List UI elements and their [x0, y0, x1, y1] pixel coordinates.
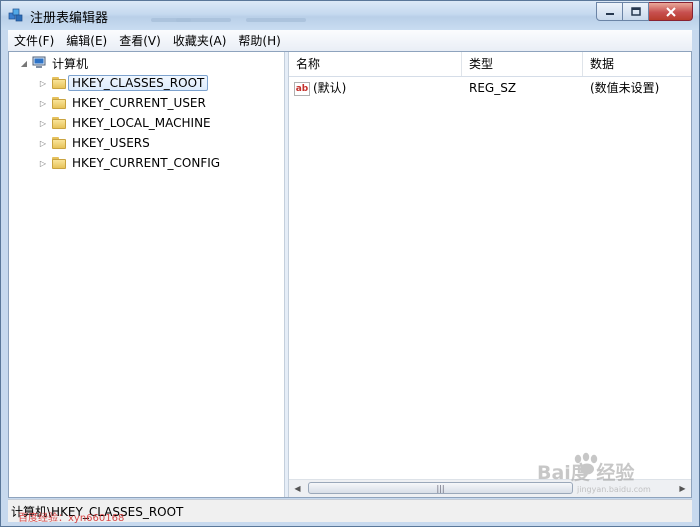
- tree-item-hkey-classes-root[interactable]: ▷ HKEY_CLASSES_ROOT: [38, 73, 209, 93]
- tree-item-computer[interactable]: ◢ 计算机: [19, 53, 88, 73]
- menu-favorites[interactable]: 收藏夹(A): [167, 32, 233, 49]
- folder-icon: [51, 156, 67, 170]
- close-icon: [665, 6, 676, 17]
- watermark-url: jingyan.baidu.com: [576, 485, 651, 494]
- tree-item-hkey-local-machine[interactable]: ▷ HKEY_LOCAL_MACHINE: [38, 113, 211, 133]
- tree-item-label: HKEY_LOCAL_MACHINE: [72, 116, 211, 130]
- value-name-cell: ab (默认): [294, 78, 346, 98]
- tree-item-label: 计算机: [52, 56, 89, 71]
- menu-edit[interactable]: 编辑(E): [60, 32, 113, 49]
- baidu-jingyan-watermark: Bai度 经验 jingyan.baidu.com: [537, 452, 651, 494]
- minimize-icon: [605, 12, 614, 15]
- column-header-name[interactable]: 名称: [289, 52, 462, 76]
- menu-view[interactable]: 查看(V): [113, 32, 167, 49]
- expand-arrow-icon[interactable]: ▷: [38, 138, 48, 148]
- maximize-button[interactable]: [623, 2, 649, 21]
- tree-item-label: HKEY_CURRENT_USER: [72, 96, 206, 110]
- expand-arrow-icon[interactable]: ▷: [38, 118, 48, 128]
- collapse-arrow-icon[interactable]: ◢: [19, 58, 29, 68]
- tree-item-hkey-current-user[interactable]: ▷ HKEY_CURRENT_USER: [38, 93, 206, 113]
- expand-arrow-icon[interactable]: ▷: [38, 78, 48, 88]
- close-button[interactable]: [649, 2, 693, 21]
- column-header-data[interactable]: 数据: [583, 52, 693, 76]
- expand-arrow-icon[interactable]: ▷: [38, 98, 48, 108]
- maximize-icon: [630, 7, 641, 16]
- list-item[interactable]: ab (默认) REG_SZ (数值未设置): [289, 78, 691, 98]
- menu-bar: 文件(F) 编辑(E) 查看(V) 收藏夹(A) 帮助(H): [8, 30, 692, 52]
- watermark-author: 百度经验：xyn660168: [18, 513, 125, 524]
- tree-item-label: HKEY_USERS: [72, 136, 150, 150]
- scrollbar-thumb[interactable]: |||: [308, 482, 573, 494]
- registry-editor-app-icon: [8, 8, 23, 22]
- window-controls: [596, 2, 693, 21]
- value-type: REG_SZ: [469, 81, 517, 95]
- column-header-type[interactable]: 类型: [462, 52, 583, 76]
- scroll-left-arrow-icon[interactable]: ◀: [289, 480, 306, 497]
- registry-editor-window: 注册表编辑器 文件(F) 编辑(E) 查看(V) 收藏夹(A) 帮助(H) ◢: [0, 0, 700, 527]
- folder-icon: [51, 76, 67, 90]
- list-header: 名称 类型 数据: [289, 52, 691, 77]
- window-title: 注册表编辑器: [30, 11, 109, 26]
- computer-icon: [32, 56, 46, 68]
- values-list-pane[interactable]: 名称 类型 数据 ab (默认) REG_SZ (数值未设置) ◀ ||| ▶: [289, 52, 691, 497]
- string-value-icon: ab: [294, 81, 310, 96]
- main-content: ◢ 计算机 ▷ HKEY_CLASSES_ROOT ▷ HKEY_CURRENT…: [8, 51, 692, 498]
- watermark-logo-text: Bai度 经验: [537, 461, 635, 484]
- expand-arrow-icon[interactable]: ▷: [38, 158, 48, 168]
- tree-item-label: HKEY_CLASSES_ROOT: [68, 75, 209, 91]
- menu-file[interactable]: 文件(F): [8, 32, 60, 49]
- value-name: (默认): [313, 81, 347, 95]
- folder-icon: [51, 96, 67, 110]
- menu-help[interactable]: 帮助(H): [232, 32, 286, 49]
- minimize-button[interactable]: [596, 2, 623, 21]
- folder-icon: [51, 136, 67, 150]
- tree-item-hkey-current-config[interactable]: ▷ HKEY_CURRENT_CONFIG: [38, 153, 220, 173]
- value-data: (数值未设置): [590, 81, 660, 95]
- registry-tree-pane[interactable]: ◢ 计算机 ▷ HKEY_CLASSES_ROOT ▷ HKEY_CURRENT…: [9, 52, 284, 497]
- tree-item-label: HKEY_CURRENT_CONFIG: [72, 156, 221, 170]
- title-bar[interactable]: 注册表编辑器: [1, 1, 699, 30]
- folder-icon: [51, 116, 67, 130]
- tree-item-hkey-users[interactable]: ▷ HKEY_USERS: [38, 133, 150, 153]
- titlebar-reflection: [246, 18, 306, 22]
- titlebar-reflection: [176, 18, 231, 22]
